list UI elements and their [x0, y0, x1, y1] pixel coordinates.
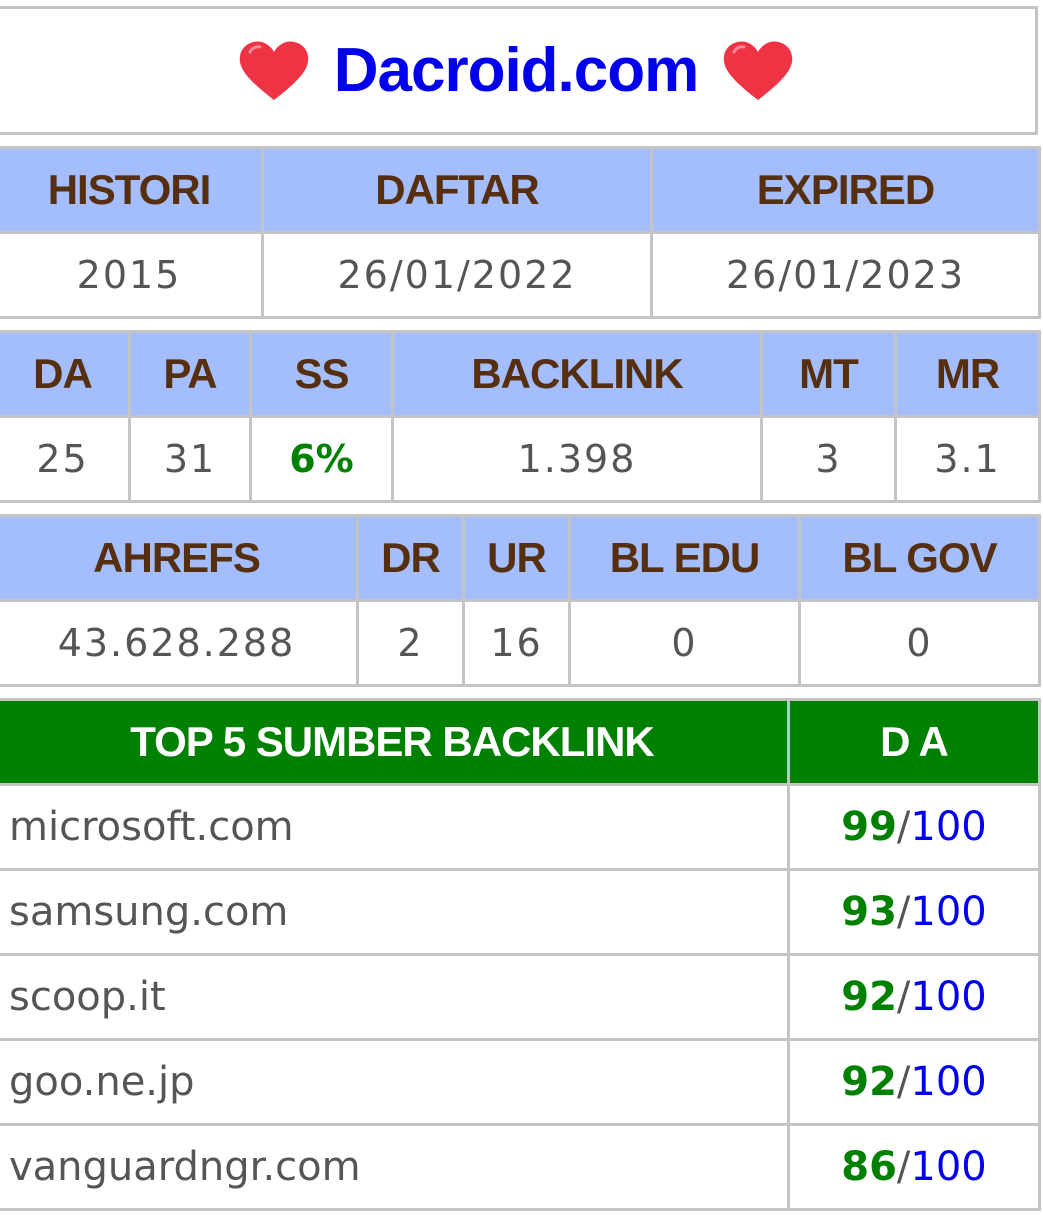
- header-bl-gov: BL GOV: [798, 514, 1041, 602]
- header-pa: PA: [128, 330, 252, 418]
- table-row: goo.ne.jp 92/100: [0, 1038, 1041, 1126]
- header-da: DA: [0, 330, 131, 418]
- backlink-site: scoop.it: [0, 953, 790, 1041]
- title-table: Dacroid.com: [0, 6, 1038, 135]
- value-ss: 6%: [249, 415, 394, 503]
- score-separator: /: [896, 889, 911, 935]
- score-max: 100: [910, 1059, 987, 1105]
- header-daftar: DAFTAR: [261, 146, 653, 234]
- header-ss: SS: [249, 330, 394, 418]
- score-max: 100: [910, 974, 987, 1020]
- value-dr: 2: [356, 599, 465, 687]
- score-max: 100: [910, 889, 987, 935]
- backlink-score: 93/100: [787, 868, 1041, 956]
- domain-info-table: HISTORI DAFTAR EXPIRED 2015 26/01/2022 2…: [0, 146, 1041, 319]
- ahrefs-metrics-table: AHREFS DR UR BL EDU BL GOV 43.628.288 2 …: [0, 514, 1041, 687]
- value-backlink: 1.398: [391, 415, 763, 503]
- site-title[interactable]: Dacroid.com: [334, 36, 700, 105]
- score-max: 100: [910, 804, 987, 850]
- title-cell: Dacroid.com: [0, 6, 1038, 135]
- score-separator: /: [896, 1144, 911, 1190]
- score-separator: /: [896, 804, 911, 850]
- backlink-site: goo.ne.jp: [0, 1038, 790, 1126]
- backlink-score: 92/100: [787, 1038, 1041, 1126]
- value-mt: 3: [760, 415, 897, 503]
- header-expired: EXPIRED: [650, 146, 1041, 234]
- value-bl-gov: 0: [798, 599, 1041, 687]
- value-ahrefs: 43.628.288: [0, 599, 359, 687]
- moz-metrics-table: DA PA SS BACKLINK MT MR 25 31 6% 1.398 3…: [0, 330, 1041, 503]
- header-da-score: D A: [787, 698, 1041, 786]
- header-bl-edu: BL EDU: [568, 514, 801, 602]
- header-dr: DR: [356, 514, 465, 602]
- header-histori: HISTORI: [0, 146, 264, 234]
- backlink-site: samsung.com: [0, 868, 790, 956]
- header-backlink: BACKLINK: [391, 330, 763, 418]
- backlink-sources-table: TOP 5 SUMBER BACKLINK D A microsoft.com …: [0, 698, 1041, 1211]
- value-mr: 3.1: [894, 415, 1041, 503]
- heart-icon: [724, 41, 793, 100]
- header-mt: MT: [760, 330, 897, 418]
- header-backlink-source: TOP 5 SUMBER BACKLINK: [0, 698, 790, 786]
- score-value: 99: [841, 804, 897, 850]
- backlink-site: microsoft.com: [0, 783, 790, 871]
- header-ur: UR: [462, 514, 571, 602]
- table-row: scoop.it 92/100: [0, 953, 1041, 1041]
- heart-icon: [239, 41, 308, 100]
- table-row: vanguardngr.com 86/100: [0, 1123, 1041, 1211]
- backlink-score: 86/100: [787, 1123, 1041, 1211]
- value-bl-edu: 0: [568, 599, 801, 687]
- value-histori: 2015: [0, 231, 264, 319]
- score-value: 86: [841, 1144, 897, 1190]
- value-pa: 31: [128, 415, 252, 503]
- score-value: 93: [841, 889, 897, 935]
- score-separator: /: [896, 974, 911, 1020]
- table-row: samsung.com 93/100: [0, 868, 1041, 956]
- header-mr: MR: [894, 330, 1041, 418]
- table-row: microsoft.com 99/100: [0, 783, 1041, 871]
- score-max: 100: [910, 1144, 987, 1190]
- value-ur: 16: [462, 599, 571, 687]
- value-expired: 26/01/2023: [650, 231, 1041, 319]
- header-ahrefs: AHREFS: [0, 514, 359, 602]
- backlink-score: 99/100: [787, 783, 1041, 871]
- score-value: 92: [841, 1059, 897, 1105]
- score-value: 92: [841, 974, 897, 1020]
- value-da: 25: [0, 415, 131, 503]
- value-daftar: 26/01/2022: [261, 231, 653, 319]
- score-separator: /: [896, 1059, 911, 1105]
- backlink-score: 92/100: [787, 953, 1041, 1041]
- backlink-site: vanguardngr.com: [0, 1123, 790, 1211]
